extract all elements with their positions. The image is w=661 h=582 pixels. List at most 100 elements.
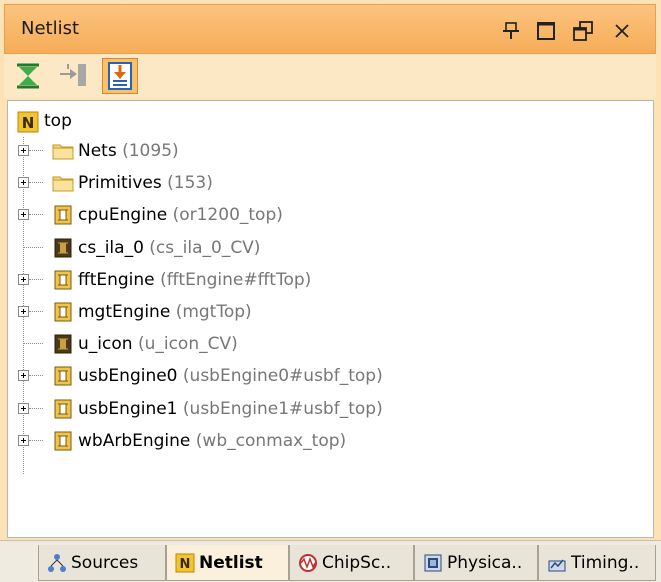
tree-connector [24,343,43,345]
tree-item-name: wbArbEngine [78,430,191,451]
tree-item-name: Primitives [78,173,162,194]
expand-icon[interactable] [18,402,29,414]
tree-connector [29,311,43,312]
black-box-icon [54,238,72,263]
tree-item-label: usbEngine1 (usbEngine1#usbf_top) [78,399,383,419]
tree-connector [29,407,43,409]
tab-label: ChipSc.. [322,553,392,573]
tree-item-detail: (1095) [122,141,179,161]
expand-icon[interactable] [18,370,29,382]
sources-icon [47,553,67,578]
netlist-panel: Netlist N top Nets (1095) Primitives (15… [0,0,661,582]
expand-icon[interactable] [18,177,29,189]
restore-icon[interactable] [572,20,594,42]
tree-connector [29,375,43,377]
tree-connector [29,182,43,184]
tree-item-primitives[interactable]: Primitives (153) [8,169,648,199]
tree-item-name: usbEngine0 [78,366,178,387]
tree-item-name: Nets [78,141,117,161]
tree-item-label: usbEngine0 (usbEngine0#usbf_top) [78,366,383,386]
tab-label: Timing.. [571,553,640,573]
tab-physical[interactable]: Physica.. [414,545,538,581]
svg-text:N: N [180,557,191,572]
tab-netlist[interactable]: N Netlist [166,545,289,581]
tree-item-label: u_icon (u_icon_CV) [78,334,238,354]
folder-icon [52,142,74,165]
collapse-all-button[interactable] [10,58,46,94]
tree-item-name: fftEngine [78,269,155,290]
auto-select-button[interactable] [102,58,138,94]
tree-item-detail: (or1200_top) [172,205,283,226]
expand-icon[interactable] [18,434,29,446]
tree-item-name: cpuEngine [78,205,168,226]
tree-item-label: cpuEngine (or1200_top) [78,205,283,225]
maximize-icon[interactable] [535,20,557,42]
tree-connector [29,150,43,151]
tree-item-name: u_icon [78,334,133,355]
tab-label: Physica.. [447,553,523,573]
tree-item-name: mgtEngine [78,302,171,322]
tree-item-label: fftEngine (fftEngine#fftTop) [78,270,311,290]
netlist-toolbar [4,54,656,98]
netlist-icon: N [175,553,195,578]
tree-connector [24,246,43,248]
auto-select-icon [108,62,132,90]
tab-sources[interactable]: Sources [38,545,166,581]
tab-label: Sources [71,553,139,573]
cell-icon [54,366,72,391]
tree-item-label: cs_ila_0 (cs_ila_0_CV) [78,238,260,258]
show-connectivity-icon [60,64,86,86]
pin-icon[interactable] [500,20,522,42]
tree-item-detail: (usbEngine0#usbf_top) [182,366,383,387]
tree-item-cpuengine[interactable]: cpuEngine (or1200_top) [8,201,648,231]
expand-icon[interactable] [18,145,29,156]
tree-connector [29,278,43,280]
tree-item-detail: (mgtTop) [175,302,252,322]
close-icon[interactable] [611,20,633,42]
expand-icon[interactable] [18,273,29,285]
cell-icon [54,205,72,230]
tree-connector [29,439,43,441]
tree-item-detail: (u_icon_CV) [137,334,238,355]
cell-icon [54,270,72,295]
cell-icon [54,431,72,456]
tree-item-label: Nets (1095) [78,141,179,161]
collapse-all-icon [17,63,39,89]
expand-icon[interactable] [18,209,29,221]
tab-label: Netlist [199,553,263,573]
netlist-root-icon: N [17,111,39,138]
tree-item-name: usbEngine1 [78,398,178,419]
bottom-tab-bar: Sources N Netlist ChipSc.. Physica.. Timing.. [0,540,661,582]
tree-item-detail: (wb_conmax_top) [195,430,347,451]
tree-item-detail: (fftEngine#fftTop) [160,269,312,290]
tree-item-cs-ila-0[interactable]: cs_ila_0 (cs_ila_0_CV) [8,234,648,264]
tree-root-top[interactable]: N top [8,107,648,137]
tree-item-usbengine1[interactable]: usbEngine1 (usbEngine1#usbf_top) [8,395,648,425]
tree-item-label: wbArbEngine (wb_conmax_top) [78,431,346,451]
tab-timing[interactable]: Timing.. [538,545,656,581]
expand-icon[interactable] [18,306,29,317]
tree-item-detail: (usbEngine1#usbf_top) [182,398,383,419]
svg-text:N: N [22,114,35,132]
show-connectivity-button[interactable] [56,58,92,94]
tree-item-name: cs_ila_0 [78,237,144,258]
panel-title: Netlist [21,18,80,39]
tree-item-fftengine[interactable]: fftEngine (fftEngine#fftTop) [8,266,648,296]
tree-item-detail: (153) [167,173,213,194]
physical-icon [423,553,443,578]
tree-item-nets[interactable]: Nets (1095) [8,137,648,167]
tree-item-u-icon[interactable]: u_icon (u_icon_CV) [8,330,648,360]
netlist-tree: N top Nets (1095) Primitives (153) cpuEngi… [7,100,654,538]
tree-item-usbengine0[interactable]: usbEngine0 (usbEngine0#usbf_top) [8,362,648,392]
tree-item-wbarbengine[interactable]: wbArbEngine (wb_conmax_top) [8,427,648,457]
timing-icon [547,553,567,578]
panel-title-bar: Netlist [4,4,656,54]
tree-item-label: Primitives (153) [78,173,213,193]
tab-chipscope[interactable]: ChipSc.. [289,545,414,581]
tree-item-label: mgtEngine (mgtTop) [78,302,252,322]
tree-item-mgtengine[interactable]: mgtEngine (mgtTop) [8,298,648,328]
cell-icon [54,399,72,424]
chipscope-icon [298,553,318,578]
black-box-icon [54,334,72,359]
folder-icon [52,174,74,197]
